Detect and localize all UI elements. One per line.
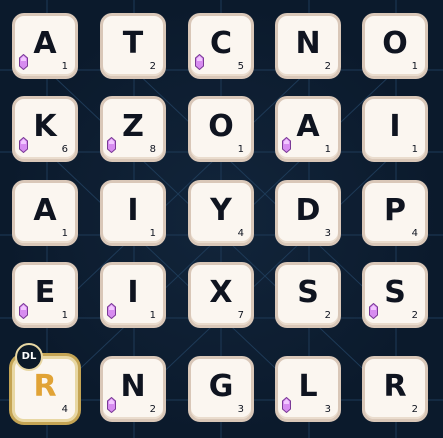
gem-icon <box>107 137 116 153</box>
letter-tile[interactable]: Y4 <box>188 180 254 246</box>
tile-points: 2 <box>411 310 418 321</box>
gem-icon <box>107 397 116 413</box>
tile-letter: T <box>122 26 144 61</box>
gem-icon <box>107 303 116 319</box>
tile-points: 6 <box>61 144 68 155</box>
tile-letter: Y <box>210 193 232 228</box>
tile-points: 7 <box>237 310 244 321</box>
tile-points: 2 <box>324 310 331 321</box>
gem-icon <box>282 137 291 153</box>
tile-points: 4 <box>411 228 418 239</box>
tile-points: 4 <box>237 228 244 239</box>
tile-letter: N <box>295 26 321 61</box>
tile-points: 1 <box>411 61 418 72</box>
letter-tile[interactable]: A1 <box>275 96 341 162</box>
letter-tile[interactable]: S2 <box>275 262 341 328</box>
tile-points: 4 <box>61 404 68 415</box>
tile-points: 3 <box>324 228 331 239</box>
letter-tile[interactable]: E1 <box>12 262 78 328</box>
letter-tile[interactable]: O1 <box>188 96 254 162</box>
tile-letter: S <box>297 275 319 310</box>
tile-points: 8 <box>149 144 156 155</box>
letter-tile[interactable]: R2 <box>362 356 428 422</box>
letter-tile[interactable]: Z8 <box>100 96 166 162</box>
letter-tile[interactable]: L3 <box>275 356 341 422</box>
letter-tile[interactable]: O1 <box>362 13 428 79</box>
gem-icon <box>19 303 28 319</box>
letter-tile[interactable]: I1 <box>100 262 166 328</box>
letter-tile[interactable]: N2 <box>275 13 341 79</box>
tile-points: 1 <box>411 144 418 155</box>
letter-tile[interactable]: X7 <box>188 262 254 328</box>
letter-tile[interactable]: S2 <box>362 262 428 328</box>
tile-points: 5 <box>237 61 244 72</box>
letter-tile[interactable]: P4 <box>362 180 428 246</box>
gem-icon <box>282 397 291 413</box>
tile-points: 1 <box>149 310 156 321</box>
tile-points: 1 <box>61 61 68 72</box>
tile-points: 2 <box>149 61 156 72</box>
tile-points: 2 <box>149 404 156 415</box>
tile-letter: O <box>208 109 234 144</box>
letter-tile[interactable]: D3 <box>275 180 341 246</box>
tile-letter: R <box>383 369 407 404</box>
letter-tile[interactable]: A1 <box>12 180 78 246</box>
letter-tile[interactable]: C5 <box>188 13 254 79</box>
letter-tile[interactable]: R 4 DL <box>12 343 78 422</box>
tile-points: 1 <box>149 228 156 239</box>
gem-icon <box>19 54 28 70</box>
tile-letter: D <box>295 193 321 228</box>
game-board: A1T2C5N2O1K6Z8O1A1I1A1I1Y4D3P4E1I1X7S2S2… <box>0 0 443 438</box>
tile-letter: X <box>209 275 233 310</box>
tile-letter: R <box>33 369 57 404</box>
letter-tile[interactable]: N2 <box>100 356 166 422</box>
letter-tile[interactable]: A1 <box>12 13 78 79</box>
letter-tile[interactable]: K6 <box>12 96 78 162</box>
tile-letter: A <box>33 193 57 228</box>
tile-points: 2 <box>411 404 418 415</box>
tile-points: 3 <box>324 404 331 415</box>
tile-letter: I <box>389 109 401 144</box>
double-letter-badge: DL <box>15 343 43 371</box>
tile-points: 1 <box>324 144 331 155</box>
tile-points: 1 <box>237 144 244 155</box>
tile-letter: O <box>382 26 408 61</box>
tile-points: 1 <box>61 228 68 239</box>
gem-icon <box>195 54 204 70</box>
letter-tile[interactable]: G3 <box>188 356 254 422</box>
letter-tile[interactable]: I1 <box>100 180 166 246</box>
gem-icon <box>19 137 28 153</box>
tile-letter: I <box>127 193 139 228</box>
tile-letter: G <box>208 369 234 404</box>
tile-points: 3 <box>237 404 244 415</box>
tile-points: 1 <box>61 310 68 321</box>
tile-points: 2 <box>324 61 331 72</box>
letter-tile[interactable]: T2 <box>100 13 166 79</box>
gem-icon <box>369 303 378 319</box>
letter-tile[interactable]: I1 <box>362 96 428 162</box>
tile-letter: P <box>384 193 406 228</box>
